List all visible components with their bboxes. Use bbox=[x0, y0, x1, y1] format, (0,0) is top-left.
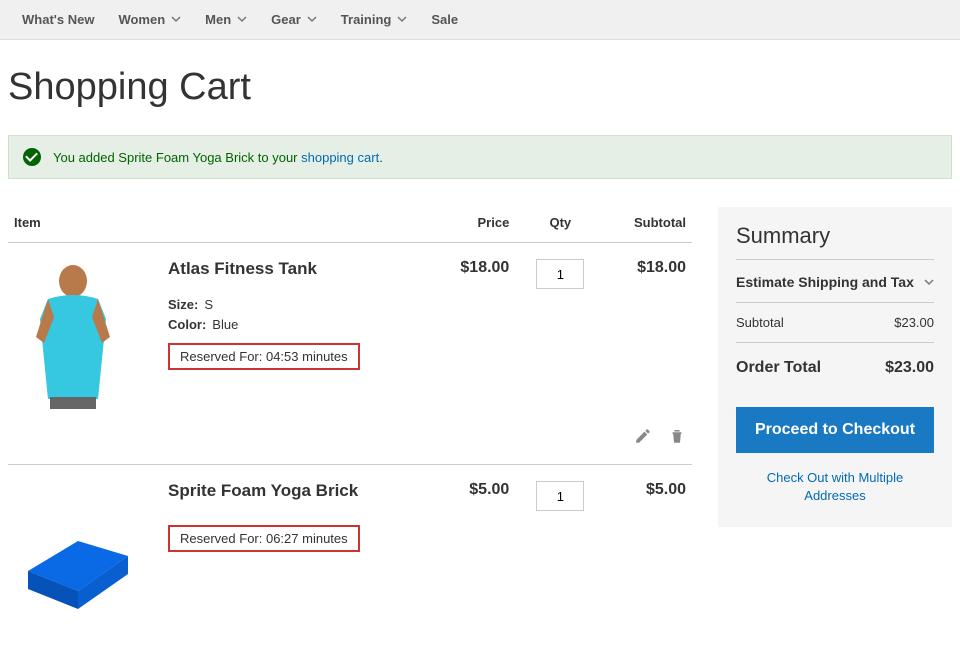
subtotal-value: $23.00 bbox=[894, 315, 934, 330]
trash-icon bbox=[668, 427, 686, 445]
product-info: Sprite Foam Yoga Brick Reserved For: 06:2… bbox=[168, 465, 441, 632]
col-qty: Qty bbox=[515, 207, 605, 243]
nav-whats-new[interactable]: What's New bbox=[10, 0, 106, 39]
chevron-down-icon bbox=[397, 12, 407, 27]
option-value: S bbox=[204, 297, 213, 312]
nav-sale[interactable]: Sale bbox=[419, 0, 470, 39]
cart-row: Atlas Fitness Tank Size: S Color: Blue Reserv… bbox=[8, 243, 692, 410]
item-price: $5.00 bbox=[441, 465, 515, 632]
product-thumb[interactable] bbox=[8, 243, 168, 410]
remove-item-button[interactable] bbox=[668, 427, 686, 445]
proceed-checkout-button[interactable]: Proceed to Checkout bbox=[736, 407, 934, 453]
nav-men[interactable]: Men bbox=[193, 0, 259, 39]
cart-row: Sprite Foam Yoga Brick Reserved For: 06:2… bbox=[8, 465, 692, 632]
item-price: $18.00 bbox=[441, 243, 515, 410]
total-value: $23.00 bbox=[885, 359, 934, 377]
nav-label: What's New bbox=[22, 12, 94, 27]
pencil-icon bbox=[634, 427, 652, 445]
chevron-down-icon bbox=[237, 12, 247, 27]
summary-title: Summary bbox=[736, 223, 934, 260]
nav-label: Training bbox=[341, 12, 392, 27]
item-subtotal: $5.00 bbox=[605, 465, 692, 632]
total-label: Order Total bbox=[736, 359, 821, 377]
reserved-badge: Reserved For: 04:53 minutes bbox=[168, 343, 360, 370]
product-name[interactable]: Atlas Fitness Tank bbox=[168, 259, 431, 279]
reserved-badge: Reserved For: 06:27 minutes bbox=[168, 525, 360, 552]
chevron-down-icon bbox=[171, 12, 181, 27]
nav-label: Gear bbox=[271, 12, 301, 27]
product-name[interactable]: Sprite Foam Yoga Brick bbox=[168, 481, 431, 501]
col-item: Item bbox=[8, 207, 441, 243]
cart-main: Item Price Qty Subtotal Atlas Fitness Ta… bbox=[8, 207, 718, 631]
item-subtotal: $18.00 bbox=[605, 243, 692, 410]
main-nav: What's New Women Men Gear Training Sale bbox=[0, 0, 960, 40]
summary-subtotal-row: Subtotal $23.00 bbox=[736, 303, 934, 343]
page-title: Shopping Cart bbox=[8, 50, 952, 135]
multiple-addresses-link[interactable]: Check Out with Multiple Addresses bbox=[736, 469, 934, 505]
chevron-down-icon bbox=[307, 12, 317, 27]
product-option-size: Size: S bbox=[168, 297, 431, 312]
nav-label: Women bbox=[118, 12, 165, 27]
option-value: Blue bbox=[212, 317, 238, 332]
cart-table: Item Price Qty Subtotal Atlas Fitness Ta… bbox=[8, 207, 692, 631]
chevron-down-icon bbox=[924, 274, 934, 290]
product-option-color: Color: Blue bbox=[168, 317, 431, 332]
product-thumb[interactable] bbox=[8, 465, 168, 632]
success-link[interactable]: shopping cart bbox=[301, 150, 379, 165]
check-icon bbox=[23, 148, 41, 166]
nav-label: Sale bbox=[431, 12, 458, 27]
option-key: Color: bbox=[168, 317, 206, 332]
estimate-shipping-toggle[interactable]: Estimate Shipping and Tax bbox=[736, 260, 934, 303]
nav-gear[interactable]: Gear bbox=[259, 0, 329, 39]
success-text: You added Sprite Foam Yoga Brick to your… bbox=[53, 150, 383, 165]
col-price: Price bbox=[441, 207, 515, 243]
summary-total-row: Order Total $23.00 bbox=[736, 343, 934, 381]
success-message: You added Sprite Foam Yoga Brick to your… bbox=[8, 135, 952, 179]
col-subtotal: Subtotal bbox=[605, 207, 692, 243]
edit-item-button[interactable] bbox=[634, 427, 652, 445]
nav-training[interactable]: Training bbox=[329, 0, 420, 39]
nav-women[interactable]: Women bbox=[106, 0, 193, 39]
option-key: Size: bbox=[168, 297, 198, 312]
nav-label: Men bbox=[205, 12, 231, 27]
cart-row-actions bbox=[8, 409, 692, 465]
estimate-label: Estimate Shipping and Tax bbox=[736, 274, 914, 290]
product-info: Atlas Fitness Tank Size: S Color: Blue Reserv… bbox=[168, 243, 441, 410]
success-post: . bbox=[379, 150, 383, 165]
qty-input[interactable] bbox=[536, 481, 584, 511]
qty-input[interactable] bbox=[536, 259, 584, 289]
summary-sidebar: Summary Estimate Shipping and Tax Subtot… bbox=[718, 207, 952, 527]
success-pre: You added Sprite Foam Yoga Brick to your bbox=[53, 150, 301, 165]
subtotal-label: Subtotal bbox=[736, 315, 784, 330]
item-qty-cell bbox=[515, 243, 605, 410]
item-qty-cell bbox=[515, 465, 605, 632]
